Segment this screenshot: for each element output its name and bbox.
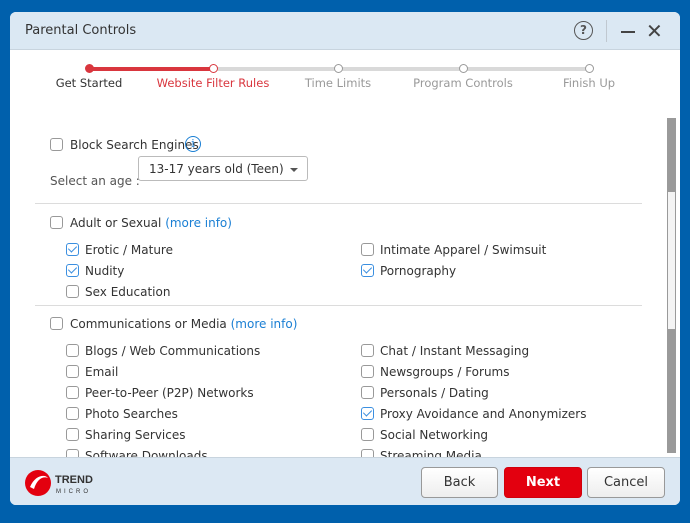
- title-divider: [606, 20, 607, 42]
- filter-rules-panel: Block Search Engines i Select an age : 1…: [10, 118, 680, 457]
- category-name: Communications or Media: [70, 317, 227, 331]
- scrollbar[interactable]: [667, 118, 676, 453]
- category-checkbox[interactable]: [50, 317, 63, 330]
- age-label: Select an age :: [50, 174, 140, 188]
- minimize-icon[interactable]: [621, 31, 635, 33]
- step-dot: [584, 64, 594, 73]
- window-title: Parental Controls: [25, 23, 137, 38]
- step-label: Program Controls: [413, 76, 513, 90]
- subcategory-checkbox[interactable]: [66, 243, 79, 256]
- svg-text:MICRO: MICRO: [56, 489, 91, 495]
- info-icon[interactable]: i: [185, 136, 201, 152]
- subcategory-label: Chat / Instant Messaging: [380, 344, 530, 358]
- subcategory-checkbox[interactable]: [66, 365, 79, 378]
- subcategory-label: Software Downloads: [85, 449, 208, 457]
- divider: [35, 305, 642, 306]
- subcategory-checkbox[interactable]: [361, 365, 374, 378]
- subcategory-label: Peer-to-Peer (P2P) Networks: [85, 386, 254, 400]
- subcategory-label: Nudity: [85, 264, 125, 278]
- step-connector: [89, 67, 213, 71]
- subcategory-checkbox[interactable]: [66, 285, 79, 298]
- subcategory-checkbox[interactable]: [361, 344, 374, 357]
- parental-controls-window: Parental Controls ? ✕ Get Started Website…: [10, 12, 680, 505]
- subcategory-label: Sharing Services: [85, 428, 186, 442]
- trend-micro-logo: TREND MICRO: [25, 470, 93, 496]
- next-button[interactable]: Next: [504, 467, 582, 498]
- more-info-link[interactable]: (more info): [165, 216, 232, 230]
- step-dot: [458, 64, 468, 73]
- subcategory-label: Social Networking: [380, 428, 489, 442]
- subcategory-checkbox[interactable]: [361, 243, 374, 256]
- step-connector: [213, 67, 338, 71]
- step-dot: [333, 64, 343, 73]
- title-bar: Parental Controls ? ✕: [10, 12, 680, 50]
- age-select[interactable]: 13-17 years old (Teen): [138, 156, 308, 181]
- subcategory-checkbox[interactable]: [66, 344, 79, 357]
- svg-text:TREND: TREND: [55, 474, 93, 486]
- subcategory-checkbox[interactable]: [361, 428, 374, 441]
- subcategory-label: Pornography: [380, 264, 457, 278]
- subcategory-label: Blogs / Web Communications: [85, 344, 261, 358]
- subcategory-checkbox[interactable]: [361, 449, 374, 457]
- subcategory-label: Erotic / Mature: [85, 243, 173, 257]
- step-label: Get Started: [55, 76, 123, 90]
- subcategory-checkbox[interactable]: [361, 386, 374, 399]
- subcategory-label: Photo Searches: [85, 407, 178, 421]
- category-name: Adult or Sexual: [70, 216, 162, 230]
- subcategory-label: Streaming Media: [380, 449, 482, 457]
- age-select-value: 13-17 years old (Teen): [149, 162, 284, 176]
- subcategory-checkbox[interactable]: [66, 449, 79, 457]
- chevron-down-icon: [290, 168, 298, 172]
- category-label: Communications or Media (more info): [70, 317, 297, 331]
- step-dot: [208, 64, 218, 73]
- subcategory-checkbox[interactable]: [66, 407, 79, 420]
- subcategory-checkbox[interactable]: [361, 264, 374, 277]
- more-info-link[interactable]: (more info): [231, 317, 298, 331]
- step-label: Finish Up: [562, 76, 616, 90]
- block-search-engines-label: Block Search Engines: [70, 138, 199, 152]
- footer: TREND MICRO Back Next Cancel: [10, 457, 680, 505]
- category-label: Adult or Sexual (more info): [70, 216, 232, 230]
- back-button[interactable]: Back: [421, 467, 498, 498]
- category-checkbox[interactable]: [50, 216, 63, 229]
- cancel-button[interactable]: Cancel: [587, 467, 665, 498]
- subcategory-checkbox[interactable]: [66, 264, 79, 277]
- subcategory-checkbox[interactable]: [361, 407, 374, 420]
- subcategory-label: Intimate Apparel / Swimsuit: [380, 243, 547, 257]
- scrollbar-thumb[interactable]: [668, 192, 675, 329]
- subcategory-label: Sex Education: [85, 285, 171, 299]
- close-icon[interactable]: ✕: [646, 21, 663, 41]
- subcategory-label: Newsgroups / Forums: [380, 365, 510, 379]
- step-dot: [84, 64, 94, 73]
- step-label: Website Filter Rules: [156, 76, 270, 90]
- subcategory-checkbox[interactable]: [66, 386, 79, 399]
- block-search-engines-checkbox[interactable]: [50, 138, 63, 151]
- help-icon[interactable]: ?: [574, 21, 593, 40]
- step-connector: [463, 67, 589, 71]
- step-connector: [338, 67, 463, 71]
- subcategory-label: Email: [85, 365, 119, 379]
- subcategory-checkbox[interactable]: [66, 428, 79, 441]
- subcategory-label: Proxy Avoidance and Anonymizers: [380, 407, 587, 421]
- step-label: Time Limits: [304, 76, 372, 90]
- subcategory-label: Personals / Dating: [380, 386, 489, 400]
- divider: [35, 203, 642, 204]
